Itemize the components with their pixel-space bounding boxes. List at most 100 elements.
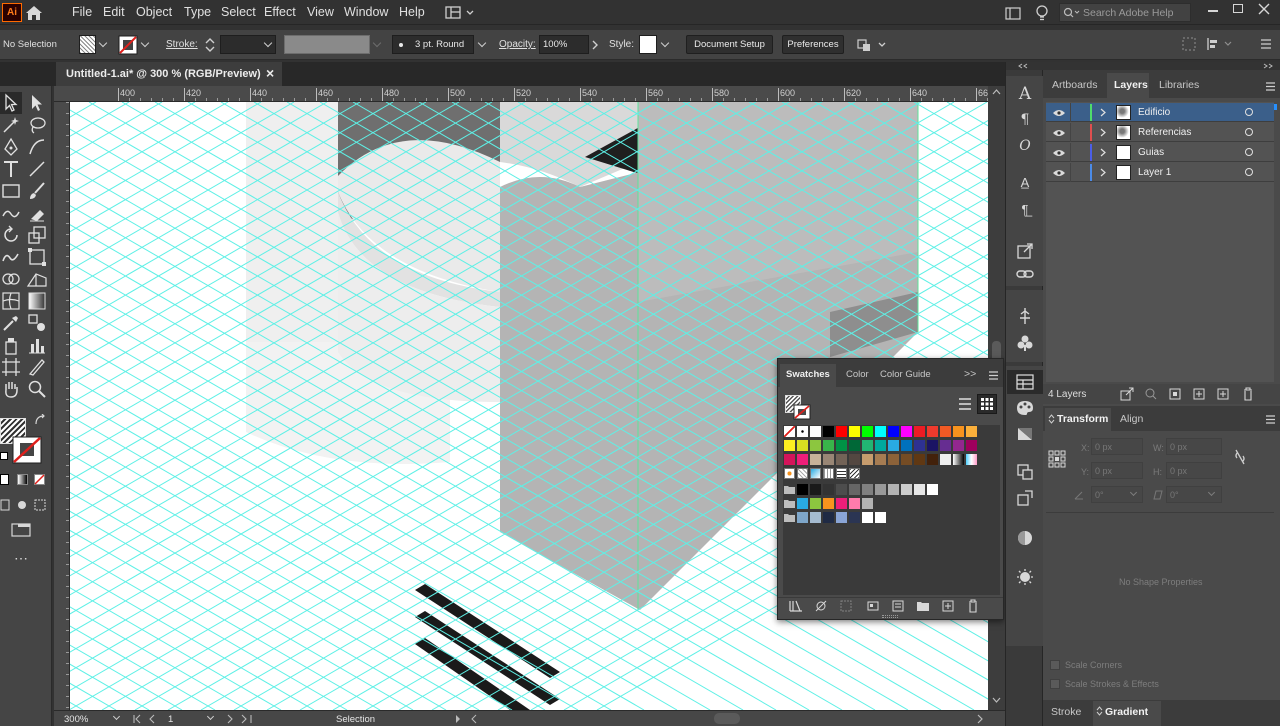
horizontal-ruler[interactable]: 400 420 440 460 480 500 520 540 560 580 600 620 640 6…	[54, 86, 988, 102]
symbols-panel-icon[interactable]	[1016, 334, 1034, 352]
chevron-down-icon[interactable]	[112, 712, 121, 721]
type-tool-icon[interactable]	[0, 158, 22, 180]
visibility-eye-icon[interactable]	[1052, 109, 1066, 117]
panel-menu-icon[interactable]	[1260, 39, 1272, 49]
artboard-number[interactable]: 1	[168, 714, 173, 725]
artboards-panel-icon[interactable]	[1016, 463, 1034, 481]
scale-strokes-checkbox[interactable]	[1050, 679, 1060, 689]
swatch[interactable]	[927, 484, 938, 495]
chevron-right-icon[interactable]	[1100, 168, 1106, 177]
chevron-right-icon[interactable]	[591, 40, 599, 50]
swatch[interactable]	[927, 440, 938, 451]
hand-tool-icon[interactable]	[0, 378, 22, 400]
target-circle-icon[interactable]	[1245, 148, 1253, 156]
isolate-icon[interactable]	[1182, 37, 1196, 51]
swatch[interactable]	[914, 454, 925, 465]
new-sublayer-icon[interactable]	[1192, 387, 1206, 401]
menu-type[interactable]: Type	[184, 5, 211, 19]
eyedropper-tool-icon[interactable]	[0, 312, 22, 334]
reference-point-icon[interactable]	[1048, 450, 1066, 468]
opacity-field[interactable]: 100%	[539, 35, 589, 54]
free-transform-tool-icon[interactable]	[26, 246, 48, 268]
column-graph-tool-icon[interactable]	[26, 334, 48, 356]
chevron-right-icon[interactable]	[1100, 148, 1106, 157]
swatch-gradient[interactable]	[953, 454, 964, 465]
swatch[interactable]	[862, 484, 873, 495]
swatch[interactable]	[810, 512, 821, 523]
swatch[interactable]	[875, 512, 886, 523]
target-circle-icon[interactable]	[1245, 168, 1253, 176]
swatch[interactable]	[875, 484, 886, 495]
artboard-tool-icon[interactable]	[0, 356, 22, 378]
swatch[interactable]	[797, 484, 808, 495]
perspective-grid-tool-icon[interactable]	[26, 268, 48, 290]
swatch-registration[interactable]	[797, 426, 808, 437]
shape-builder-tool-icon[interactable]	[0, 268, 22, 290]
tab-stroke[interactable]: Stroke	[1051, 706, 1081, 718]
swatch[interactable]	[784, 454, 795, 465]
swatch[interactable]	[966, 440, 977, 451]
horizontal-scroll-thumb[interactable]	[714, 713, 740, 724]
swatch[interactable]	[810, 440, 821, 451]
asset-export-icon[interactable]	[1016, 490, 1034, 508]
chevron-down-icon[interactable]	[98, 38, 108, 48]
next-artboard-icon[interactable]	[224, 714, 254, 724]
swatch[interactable]	[875, 440, 886, 451]
graphic-style-swatch[interactable]	[639, 35, 657, 54]
swatch[interactable]	[862, 498, 873, 509]
curvature-tool-icon[interactable]	[26, 136, 48, 158]
layer-row[interactable]: Referencias	[1046, 123, 1274, 142]
panel-menu-icon[interactable]	[1265, 82, 1276, 91]
rectangle-tool-icon[interactable]	[0, 180, 22, 202]
swatch[interactable]	[823, 512, 834, 523]
scroll-down-icon[interactable]	[992, 696, 1001, 704]
lock-toggle[interactable]	[1070, 123, 1088, 142]
tab-artboards[interactable]: Artboards	[1052, 79, 1098, 91]
swatch-pattern[interactable]	[810, 468, 821, 479]
opentype-panel-icon[interactable]: O	[1015, 138, 1035, 156]
export-panel-icon[interactable]	[1016, 242, 1034, 260]
magic-wand-tool-icon[interactable]	[0, 114, 22, 136]
new-swatch-icon[interactable]	[941, 599, 955, 613]
swatch[interactable]	[862, 426, 873, 437]
swatch[interactable]	[862, 454, 873, 465]
y-field[interactable]: 0 px	[1091, 462, 1143, 479]
swatch[interactable]	[953, 440, 964, 451]
pen-tool-icon[interactable]	[0, 136, 22, 158]
h-field[interactable]: 0 px	[1166, 462, 1222, 479]
swatch[interactable]	[849, 498, 860, 509]
line-tool-icon[interactable]	[26, 158, 48, 180]
swatch[interactable]	[836, 440, 847, 451]
swatch[interactable]	[810, 454, 821, 465]
shear-field[interactable]: 0°	[1166, 486, 1222, 503]
panel-menu-icon[interactable]	[988, 371, 999, 380]
links-panel-icon[interactable]	[1016, 268, 1034, 280]
swatch[interactable]	[966, 426, 977, 437]
workspace-switcher-icon[interactable]	[445, 6, 477, 20]
rotate-tool-icon[interactable]	[0, 224, 22, 246]
chevron-down-icon[interactable]	[140, 38, 150, 48]
swatch[interactable]	[888, 440, 899, 451]
zoom-tool-icon[interactable]	[26, 378, 48, 400]
swatch[interactable]	[810, 426, 821, 437]
visibility-eye-icon[interactable]	[1052, 149, 1066, 157]
swatch[interactable]	[901, 454, 912, 465]
paragraph-panel-icon[interactable]: ¶	[1015, 112, 1035, 130]
swatch[interactable]	[940, 454, 951, 465]
swatch[interactable]	[875, 426, 886, 437]
slice-tool-icon[interactable]	[26, 356, 48, 378]
w-field[interactable]: 0 px	[1166, 438, 1222, 455]
swatch-library-menu-icon[interactable]	[788, 599, 804, 613]
swatch[interactable]	[914, 426, 925, 437]
document-tab[interactable]: Untitled-1.ai* @ 300 % (RGB/Preview) ×	[56, 62, 282, 86]
swatch[interactable]	[797, 454, 808, 465]
expand-panel-icon[interactable]: >>	[964, 368, 976, 380]
appearance-panel-icon[interactable]	[1016, 529, 1034, 547]
swatch[interactable]	[836, 484, 847, 495]
target-circle-icon[interactable]	[1245, 128, 1253, 136]
symbol-sprayer-tool-icon[interactable]	[0, 334, 22, 356]
resize-handle[interactable]	[882, 615, 898, 618]
swatch[interactable]	[888, 484, 899, 495]
swatch[interactable]	[849, 440, 860, 451]
swatch[interactable]	[823, 440, 834, 451]
